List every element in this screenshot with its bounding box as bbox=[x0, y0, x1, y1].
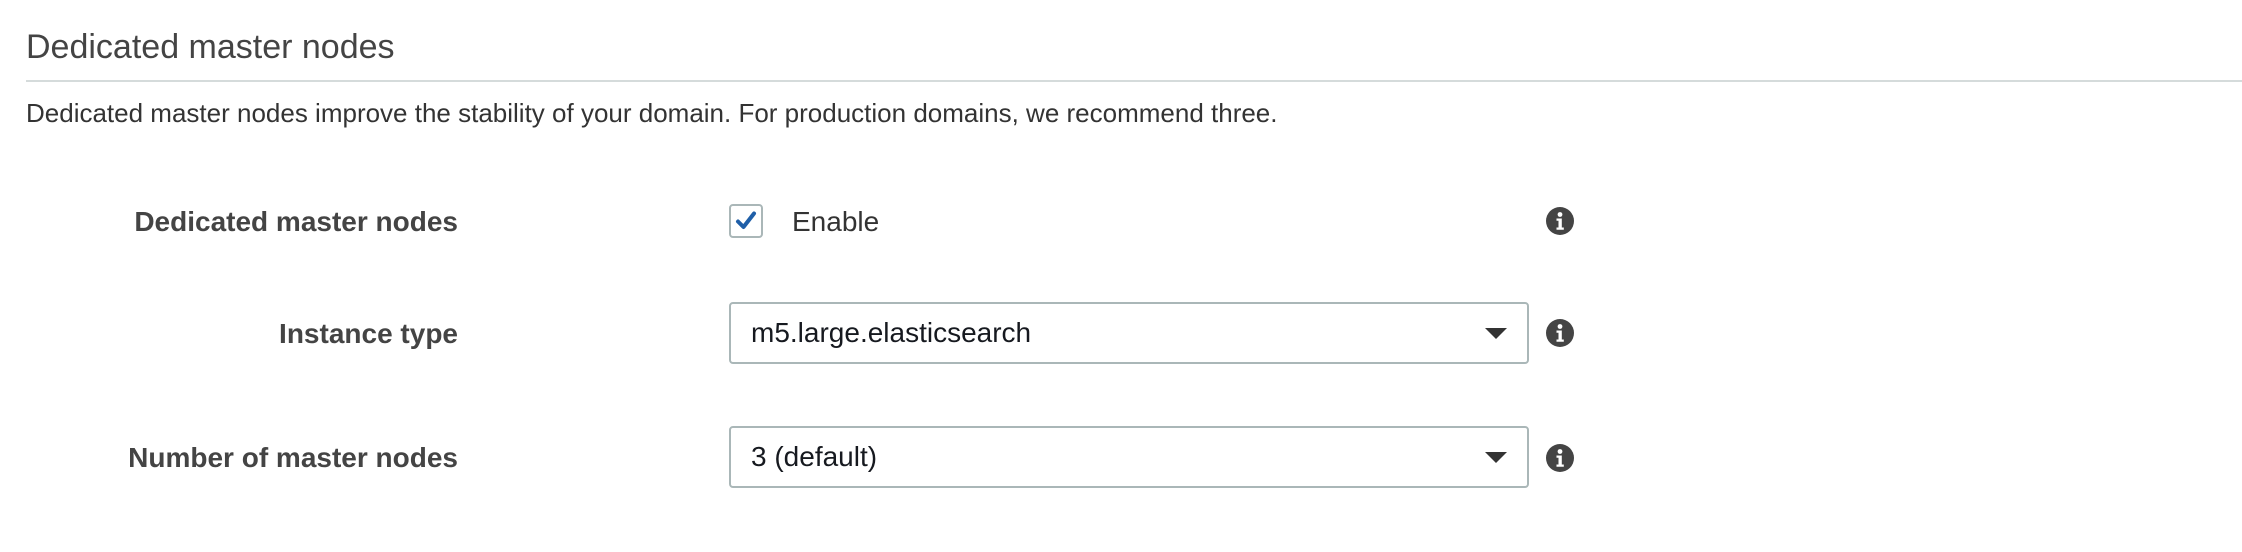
dedicated-master-checkbox[interactable] bbox=[729, 204, 763, 238]
instance-type-row: Instance type m5.large.elasticsearch bbox=[0, 302, 1600, 366]
info-icon[interactable] bbox=[1546, 319, 1574, 347]
dedicated-master-nodes-section: Dedicated master nodes Dedicated master … bbox=[0, 0, 2242, 552]
master-count-label: Number of master nodes bbox=[128, 442, 458, 473]
section-description: Dedicated master nodes improve the stabi… bbox=[26, 98, 1278, 128]
dedicated-master-row: Dedicated master nodes Enable bbox=[0, 190, 1600, 254]
section-title: Dedicated master nodes bbox=[26, 28, 395, 66]
caret-down-icon bbox=[1485, 328, 1507, 339]
master-count-row: Number of master nodes 3 (default) bbox=[0, 426, 1600, 490]
dedicated-master-label: Dedicated master nodes bbox=[134, 206, 458, 237]
checkbox-box[interactable] bbox=[729, 204, 763, 238]
master-count-value: 3 (default) bbox=[751, 441, 878, 472]
caret-down-icon bbox=[1485, 452, 1507, 463]
enable-checkbox-label[interactable]: Enable bbox=[792, 190, 879, 254]
checkmark-icon bbox=[736, 211, 756, 229]
section-divider bbox=[26, 80, 2242, 82]
instance-type-select[interactable]: m5.large.elasticsearch bbox=[729, 302, 1529, 364]
instance-type-value: m5.large.elasticsearch bbox=[751, 317, 1032, 348]
master-count-select[interactable]: 3 (default) bbox=[729, 426, 1529, 488]
instance-type-label: Instance type bbox=[279, 318, 458, 349]
info-icon[interactable] bbox=[1546, 207, 1574, 235]
info-icon[interactable] bbox=[1546, 444, 1574, 472]
